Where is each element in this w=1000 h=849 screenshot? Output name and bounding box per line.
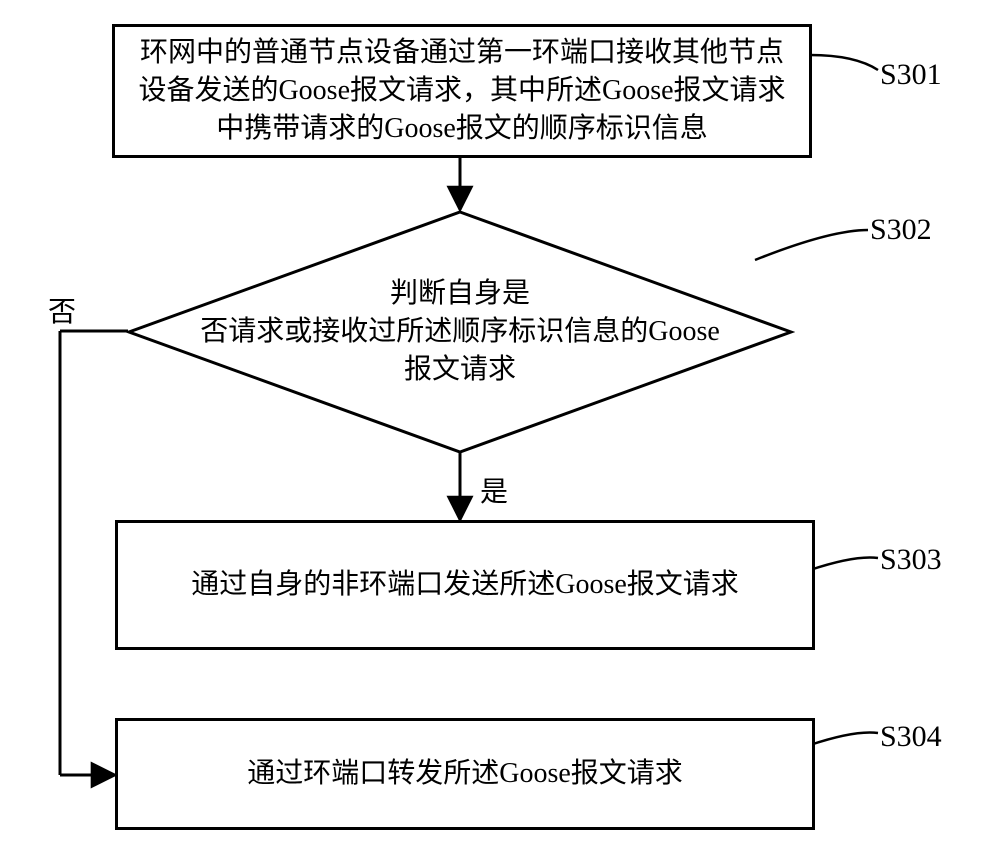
edge-yes-label: 是 (480, 470, 508, 510)
process-s303: 通过自身的非环端口发送所述Goose报文请求 (115, 520, 815, 650)
step-label-s301: S301 (880, 60, 942, 90)
process-s303-text: 通过自身的非环端口发送所述Goose报文请求 (191, 566, 739, 604)
process-s301: 环网中的普通节点设备通过第一环端口接收其他节点设备发送的Goose报文请求，其中… (112, 24, 812, 158)
process-s304-text: 通过环端口转发所述Goose报文请求 (247, 755, 683, 793)
process-s304: 通过环端口转发所述Goose报文请求 (115, 718, 815, 830)
edge-no-label: 否 (48, 290, 76, 330)
step-label-s304: S304 (880, 722, 942, 752)
flowchart-canvas: 环网中的普通节点设备通过第一环端口接收其他节点设备发送的Goose报文请求，其中… (0, 0, 1000, 849)
process-s301-text: 环网中的普通节点设备通过第一环端口接收其他节点设备发送的Goose报文请求，其中… (129, 34, 795, 147)
step-label-s302: S302 (870, 215, 932, 245)
step-label-s303: S303 (880, 545, 942, 575)
decision-s302-shape (125, 208, 795, 456)
